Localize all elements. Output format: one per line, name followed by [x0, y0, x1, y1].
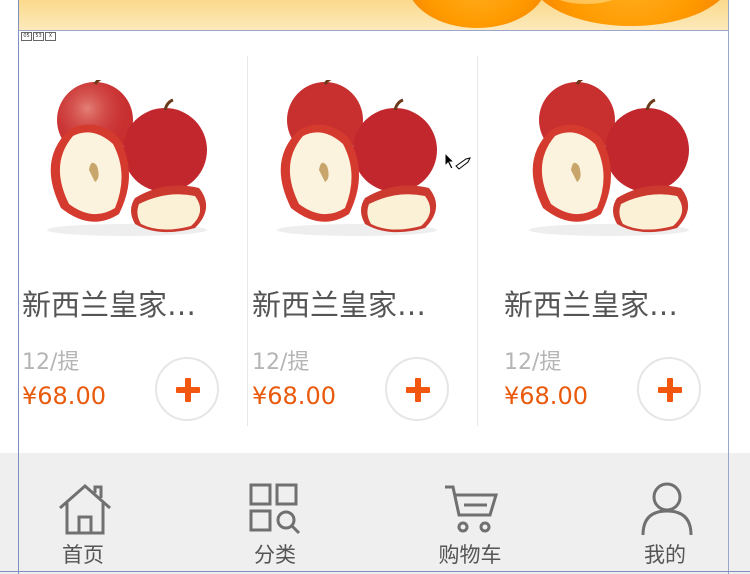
cart-icon — [445, 485, 499, 533]
banner-image[interactable] — [19, 0, 728, 30]
product-unit: 12/提 — [22, 350, 80, 375]
card-divider — [477, 56, 478, 426]
product-price: ¥68.00 — [504, 382, 588, 410]
product-unit: 12/提 — [252, 350, 310, 375]
product-card[interactable]: 新西兰皇家… 12/提 ¥68.00 — [501, 52, 730, 427]
product-card[interactable]: 新西兰皇家… 12/提 ¥68.00 — [249, 52, 478, 427]
orange-slice — [531, 0, 728, 26]
frame-guide — [728, 0, 729, 574]
add-to-cart-button[interactable] — [155, 357, 219, 421]
guide-badge-icon: X — [45, 32, 56, 41]
design-guide-icons: 05 53 X — [21, 32, 56, 41]
guide-badge-icon: 05 — [21, 32, 32, 41]
tab-profile-label: 我的 — [644, 543, 686, 567]
tab-home-label: 首页 — [62, 543, 104, 567]
category-search-icon — [249, 483, 301, 535]
frame-guide — [0, 571, 750, 572]
product-name[interactable]: 新西兰皇家… — [252, 282, 462, 324]
app-screen: 05 53 X 新西兰皇家… 12/提 ¥68.00 新西兰皇家… 12/提 ¥… — [0, 0, 750, 574]
product-unit: 12/提 — [504, 350, 562, 375]
tab-category[interactable]: 分类 — [215, 453, 335, 571]
mouse-cursor-icon — [444, 152, 471, 170]
product-price: ¥68.00 — [252, 382, 336, 410]
tab-profile[interactable]: 我的 — [605, 453, 725, 571]
red-apples-image — [529, 80, 689, 236]
frame-guide — [18, 30, 729, 31]
tab-home[interactable]: 首页 — [23, 453, 143, 571]
product-name[interactable]: 新西兰皇家… — [22, 282, 232, 324]
tab-cart-label: 购物车 — [438, 543, 502, 567]
add-to-cart-button[interactable] — [637, 357, 701, 421]
add-to-cart-button[interactable] — [385, 357, 449, 421]
guide-badge-icon: 53 — [33, 32, 44, 41]
red-apples-image — [277, 80, 437, 236]
card-divider — [247, 56, 248, 426]
red-apples-image — [47, 80, 207, 236]
tab-category-label: 分类 — [254, 543, 296, 567]
orange-slice — [407, 0, 547, 28]
home-icon — [59, 484, 111, 535]
frame-guide — [18, 0, 19, 574]
bottom-tab-bar: 首页 分类 购物车 我的 — [0, 453, 750, 574]
tab-cart[interactable]: 购物车 — [410, 453, 530, 571]
product-price: ¥68.00 — [22, 382, 106, 410]
product-list: 新西兰皇家… 12/提 ¥68.00 新西兰皇家… 12/提 ¥68.00 新西… — [19, 52, 728, 427]
product-card[interactable]: 新西兰皇家… 12/提 ¥68.00 — [19, 52, 248, 427]
user-icon — [641, 482, 693, 536]
product-name[interactable]: 新西兰皇家… — [504, 282, 714, 324]
